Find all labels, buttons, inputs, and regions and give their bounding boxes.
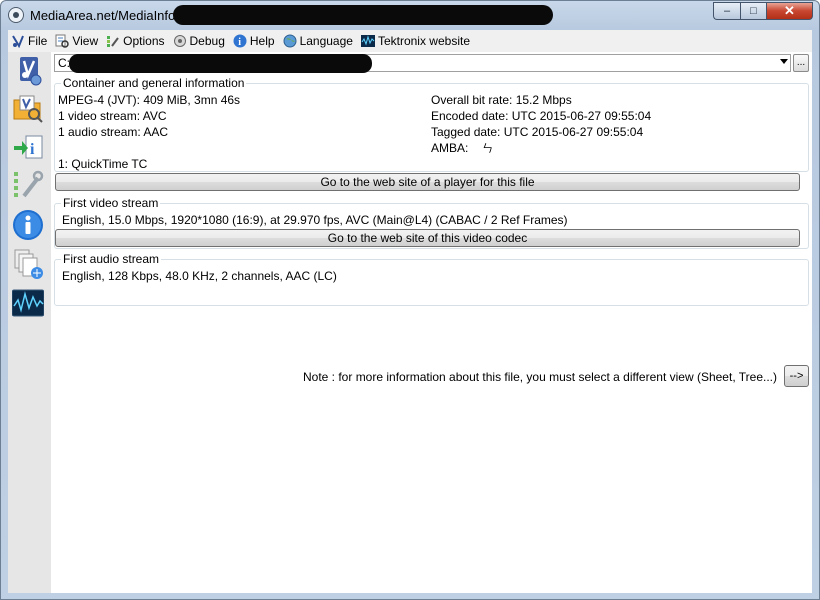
menu-options[interactable]: Options: [103, 30, 169, 52]
open-file-icon[interactable]: [12, 55, 44, 87]
menu-language-label: Language: [299, 34, 353, 48]
window-title: MediaArea.net/MediaInfo -: [30, 8, 184, 23]
window-controls: – □ ✕: [713, 2, 813, 20]
browse-button[interactable]: ...: [793, 54, 809, 72]
client-area: i C: ... Container and general informati…: [8, 52, 812, 593]
video-stream-info: English, 15.0 Mbps, 1920*1080 (16:9), at…: [62, 213, 568, 227]
language-icon: [283, 34, 297, 48]
menu-debug[interactable]: Debug: [170, 30, 230, 52]
other-stream-line: 1: QuickTime TC: [58, 157, 148, 171]
app-icon: [8, 7, 24, 23]
overall-bitrate: Overall bit rate: 15.2 Mbps: [431, 93, 572, 107]
tektronix-icon: [360, 34, 375, 48]
encoded-date: Encoded date: UTC 2015-06-27 09:55:04: [431, 109, 652, 123]
help-icon: i: [233, 34, 247, 48]
maximize-icon: □: [750, 5, 757, 17]
menu-tektronix[interactable]: Tektronix website: [358, 30, 475, 52]
basic-view-panel: C: ... Container and general information…: [51, 52, 812, 593]
knowledge-base-icon[interactable]: [12, 248, 44, 280]
general-audio-count: 1 audio stream: AAC: [58, 125, 169, 139]
close-icon: ✕: [784, 3, 795, 18]
menu-view-label: View: [72, 34, 99, 48]
debug-icon: [173, 34, 187, 48]
audio-stream-group: First audio stream English, 128 Kbps, 48…: [54, 252, 809, 306]
title-bar: MediaArea.net/MediaInfo - – □ ✕: [1, 1, 819, 29]
menu-file-label: File: [28, 34, 48, 48]
tagged-date: Tagged date: UTC 2015-06-27 09:55:04: [431, 125, 644, 139]
menu-language[interactable]: Language: [280, 30, 358, 52]
general-format-line: MPEG-4 (JVT): 409 MiB, 3mn 46s: [58, 93, 241, 107]
file-selector[interactable]: C:: [54, 54, 791, 73]
general-video-count: 1 video stream: AVC: [58, 109, 167, 123]
export-icon[interactable]: i: [12, 132, 44, 164]
toolbar-sidebar: i: [8, 52, 51, 593]
close-button[interactable]: ✕: [766, 2, 813, 20]
menu-view[interactable]: View: [52, 30, 103, 52]
minimize-icon: –: [723, 5, 731, 17]
tektronix-waveform-icon[interactable]: [11, 288, 45, 320]
options-icon: [106, 34, 120, 48]
audio-stream-title: First audio stream: [61, 252, 162, 266]
video-stream-title: First video stream: [61, 196, 161, 210]
svg-text:i: i: [30, 141, 35, 158]
amba-value: ㄣ: [482, 143, 493, 155]
mediainfo-window: MediaArea.net/MediaInfo - – □ ✕ File Vie…: [0, 0, 820, 600]
chevron-down-icon[interactable]: [780, 59, 788, 64]
file-icon: [11, 34, 25, 49]
menu-debug-label: Debug: [189, 34, 225, 48]
menu-file[interactable]: File: [8, 30, 52, 52]
general-info-title: Container and general information: [61, 76, 247, 90]
preferences-icon[interactable]: [12, 168, 44, 200]
change-view-button[interactable]: -->: [784, 365, 809, 387]
redacted-path: [69, 54, 372, 73]
menu-options-label: Options: [123, 34, 165, 48]
minimize-button[interactable]: –: [713, 2, 740, 20]
menu-help-label: Help: [249, 34, 275, 48]
general-info-group: Container and general information MPEG-4…: [54, 76, 809, 172]
open-folder-icon[interactable]: [12, 92, 44, 124]
svg-text:i: i: [238, 37, 241, 48]
view-icon: [55, 34, 70, 48]
amba-label: AMBA:: [431, 141, 469, 155]
view-note: Note : for more information about this f…: [303, 370, 777, 384]
menu-help[interactable]: i Help: [230, 30, 280, 52]
menu-tektronix-label: Tektronix website: [377, 34, 470, 48]
player-website-button[interactable]: Go to the web site of a player for this …: [55, 173, 800, 191]
maximize-button[interactable]: □: [740, 2, 766, 20]
video-codec-website-button[interactable]: Go to the web site of this video codec: [55, 229, 800, 247]
about-icon[interactable]: [12, 209, 44, 241]
redacted-filename: [173, 5, 553, 25]
audio-stream-info: English, 128 Kbps, 48.0 KHz, 2 channels,…: [62, 269, 337, 283]
menu-bar: File View Options Debug i Help Language …: [8, 30, 812, 52]
